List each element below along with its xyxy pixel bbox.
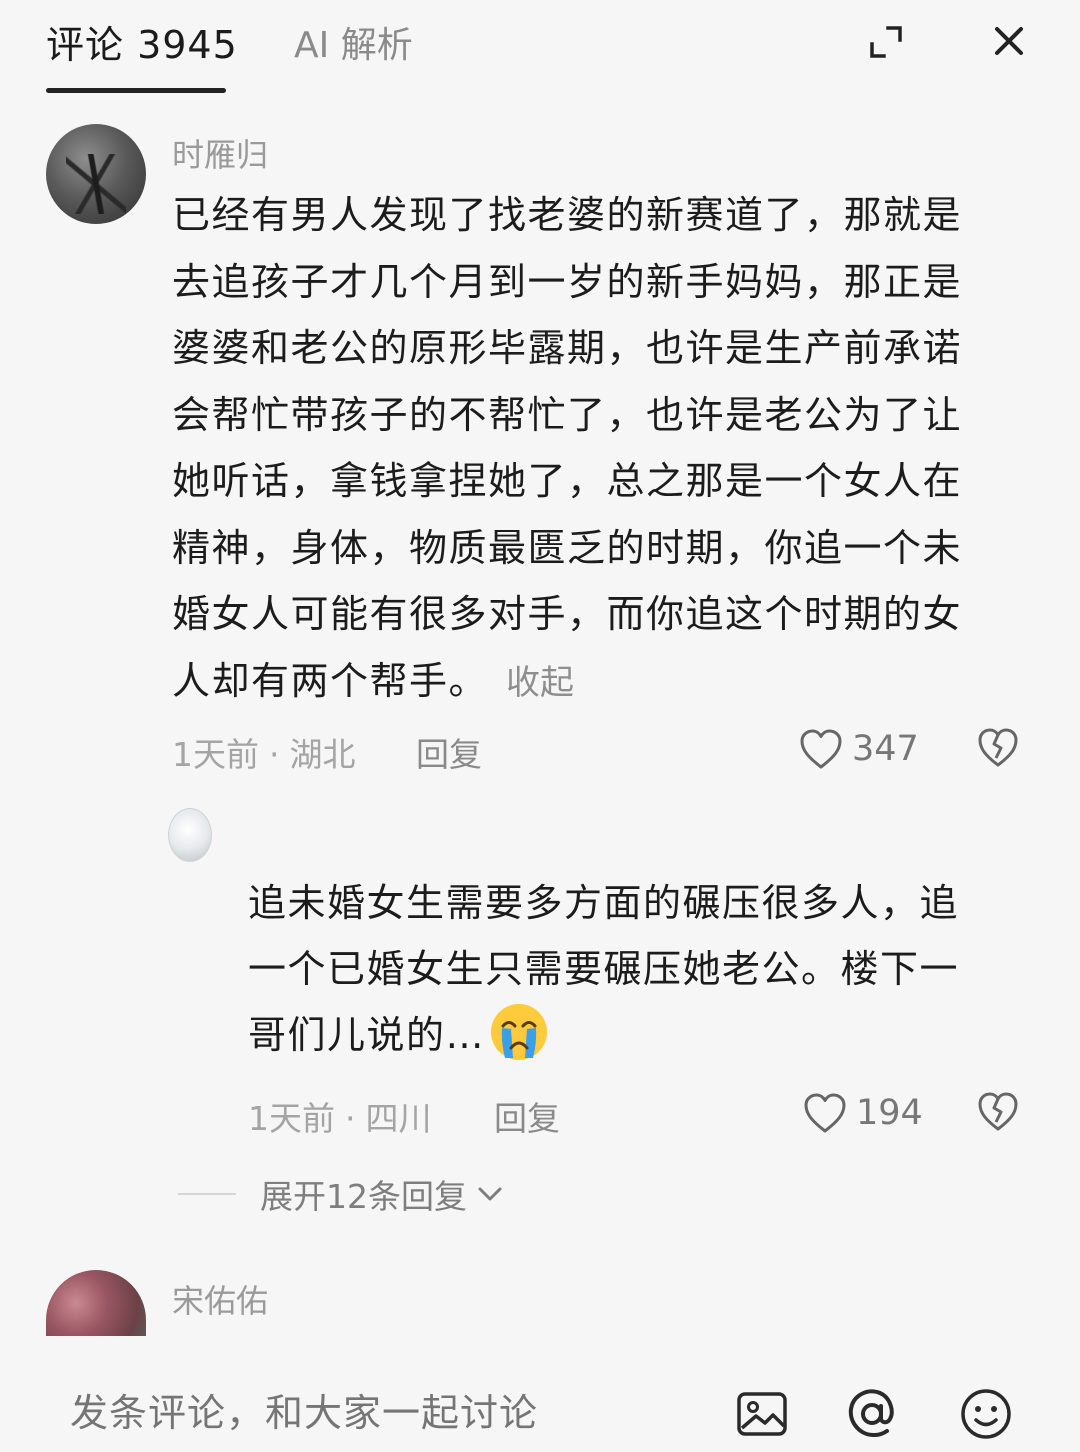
- comment-input-bar: [0, 1370, 1080, 1452]
- comment-line: 婚女人可能有很多对手，而你追这个时期的女: [172, 592, 963, 636]
- comment-line: 哥们儿说的…: [248, 1002, 1038, 1068]
- comments-panel: 评论 3945 AI 解析 时雁归 已经有男人发现了找老婆的新赛道了，那就是 去…: [0, 0, 1080, 1452]
- avatar[interactable]: [46, 1270, 146, 1336]
- emoji-icon[interactable]: [958, 1386, 1014, 1442]
- avatar[interactable]: [168, 808, 212, 862]
- comment-time: 1天前: [172, 735, 259, 774]
- comment-username[interactable]: 宋佑佑: [172, 1276, 268, 1322]
- avatar[interactable]: [46, 124, 146, 224]
- expand-replies-button[interactable]: 展开12条回复: [178, 1170, 505, 1218]
- divider: [178, 1193, 236, 1195]
- comment-meta: 1天前 · 湖北: [172, 728, 356, 776]
- heart-icon: [804, 1093, 846, 1133]
- broken-heart-icon[interactable]: [976, 1090, 1020, 1134]
- expand-icon[interactable]: [866, 22, 906, 62]
- broken-heart-icon[interactable]: [976, 726, 1020, 770]
- comment-text: 追未婚女生需要多方面的碾压很多人，追 一个已婚女生只需要碾压她老公。楼下一 哥们…: [248, 870, 1038, 1068]
- at-icon[interactable]: [844, 1386, 900, 1442]
- comment-line-text: 人却有两个帮手。: [172, 658, 489, 703]
- like-count: 347: [852, 729, 919, 769]
- close-icon[interactable]: [988, 20, 1030, 62]
- comment-meta: 1天前 · 四川: [248, 1092, 432, 1140]
- header: 评论 3945 AI 解析: [0, 0, 1080, 100]
- comment-line: 精神，身体，物质最匮乏的时期，你追一个未: [172, 525, 963, 570]
- tab-ai-analysis[interactable]: AI 解析: [294, 16, 413, 68]
- comment-line: 一个已婚女生只需要碾压她老公。楼下一: [248, 947, 960, 991]
- comment-location: 四川: [365, 1099, 432, 1138]
- meta-separator: ·: [345, 1099, 356, 1138]
- comment-location: 湖北: [289, 735, 356, 774]
- comment-line-text: 哥们儿说的…: [248, 1013, 486, 1057]
- collapse-link[interactable]: 收起: [506, 663, 574, 703]
- comment-username[interactable]: 时雁归: [172, 130, 268, 176]
- comment-line: 婆婆和老公的原形毕露期，也许是生产前承诺: [172, 326, 963, 370]
- comment-line: 追未婚女生需要多方面的碾压很多人，追: [248, 881, 960, 925]
- comment-line: 人却有两个帮手。 收起: [172, 648, 1032, 717]
- like-button[interactable]: 347: [798, 724, 919, 774]
- comment-line: 她听话，拿钱拿捏她了，总之那是一个女人在: [172, 459, 963, 503]
- image-icon[interactable]: [734, 1386, 790, 1442]
- comment-input[interactable]: [68, 1390, 692, 1436]
- tab-active-indicator: [46, 88, 226, 93]
- comment-line: 已经有男人发现了找老婆的新赛道了，那就是: [172, 193, 963, 237]
- comment-line: 去追孩子才几个月到一岁的新手妈妈，那正是: [172, 259, 963, 304]
- tab-comments[interactable]: 评论 3945: [46, 14, 238, 69]
- chevron-down-icon: [478, 1187, 502, 1201]
- heart-icon: [800, 729, 842, 769]
- comment-time: 1天前: [248, 1099, 335, 1138]
- comment-text: 已经有男人发现了找老婆的新赛道了，那就是 去追孩子才几个月到一岁的新手妈妈，那正…: [172, 182, 1032, 716]
- reply-button[interactable]: 回复: [494, 1092, 560, 1140]
- crying-face-icon: [491, 1004, 548, 1060]
- comment-line: 会帮忙带孩子的不帮忙了，也许是老公为了让: [172, 392, 963, 437]
- like-button[interactable]: 194: [802, 1088, 923, 1138]
- like-count: 194: [856, 1093, 923, 1133]
- expand-replies-label: 展开12条回复: [260, 1177, 467, 1216]
- reply-button[interactable]: 回复: [416, 728, 482, 776]
- meta-separator: ·: [269, 735, 280, 774]
